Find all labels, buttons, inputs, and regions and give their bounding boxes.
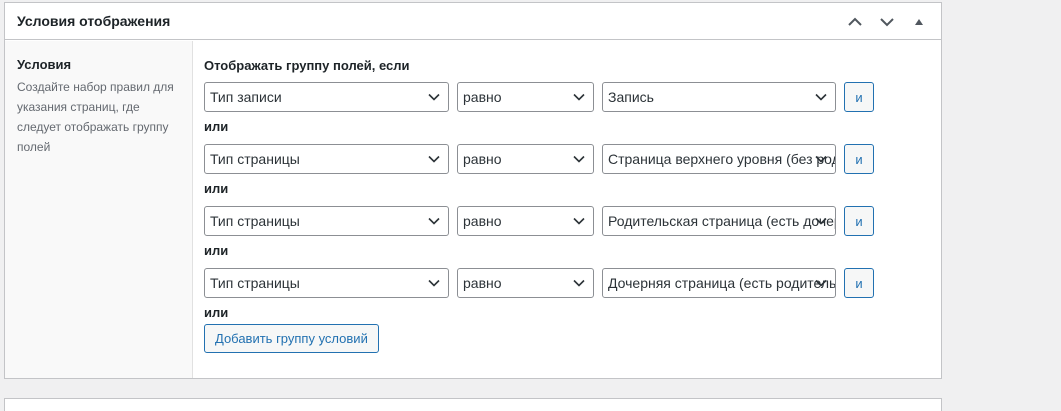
select-value: Тип страницы xyxy=(210,151,300,167)
rule-row: Тип страницы равно Дочерняя страница (ес… xyxy=(204,268,941,298)
select-value: Страница верхнего уровня (без родителя) xyxy=(608,151,835,167)
select-value: равно xyxy=(463,89,502,105)
select-value: равно xyxy=(463,275,502,291)
chevron-down-icon xyxy=(428,217,440,225)
rule-value-select[interactable]: Дочерняя страница (есть родитель) xyxy=(602,268,836,298)
add-and-rule-button[interactable]: и xyxy=(844,144,874,174)
rules-description: Создайте набор правил для указания стран… xyxy=(17,80,174,154)
select-value: Родительская страница (есть дочерние) xyxy=(608,213,835,229)
or-label: или xyxy=(204,119,229,134)
add-and-rule-button[interactable]: и xyxy=(844,268,874,298)
chevron-down-icon xyxy=(815,93,827,101)
rules-title: Отображать группу полей, если xyxy=(204,58,410,73)
rule-row: Тип страницы равно Родительская страница… xyxy=(204,206,941,236)
select-value: равно xyxy=(463,213,502,229)
rule-param-select[interactable]: Тип записи xyxy=(204,82,449,112)
header-actions xyxy=(841,11,933,33)
rule-param-select[interactable]: Тип страницы xyxy=(204,206,449,236)
chevron-down-icon xyxy=(573,155,585,163)
rule-param-select[interactable]: Тип страницы xyxy=(204,144,449,174)
chevron-down-icon xyxy=(428,279,440,287)
chevron-down-icon xyxy=(573,93,585,101)
location-rules-postbox: Условия отображения Условия Создайте наб… xyxy=(4,2,942,379)
rules-label: Условия xyxy=(17,57,72,72)
or-label: или xyxy=(204,181,229,196)
chevron-down-icon xyxy=(880,18,894,27)
move-up-button[interactable] xyxy=(841,11,869,33)
rule-value-select[interactable]: Родительская страница (есть дочерние) xyxy=(602,206,836,236)
rule-operator-select[interactable]: равно xyxy=(457,82,594,112)
chevron-down-icon xyxy=(815,279,827,287)
chevron-down-icon xyxy=(573,279,585,287)
rule-row: Тип страницы равно Страница верхнего уро… xyxy=(204,144,941,174)
select-value: Тип страницы xyxy=(210,213,300,229)
chevron-down-icon xyxy=(573,217,585,225)
chevron-down-icon xyxy=(815,217,827,225)
rule-value-select[interactable]: Страница верхнего уровня (без родителя) xyxy=(602,144,836,174)
rule-param-select[interactable]: Тип страницы xyxy=(204,268,449,298)
rule-row: Тип записи равно Запись и xyxy=(204,82,941,112)
postbox-inside: Условия Создайте набор правил для указан… xyxy=(5,41,941,378)
postbox-title: Условия отображения xyxy=(17,13,171,29)
rule-operator-select[interactable]: равно xyxy=(457,268,594,298)
chevron-down-icon xyxy=(815,155,827,163)
field-label-column: Условия Создайте набор правил для указан… xyxy=(5,41,193,378)
chevron-down-icon xyxy=(428,93,440,101)
select-value: Запись xyxy=(608,89,654,105)
rule-operator-select[interactable]: равно xyxy=(457,144,594,174)
add-and-rule-button[interactable]: и xyxy=(844,206,874,236)
rule-value-select[interactable]: Запись xyxy=(602,82,836,112)
triangle-up-icon xyxy=(915,19,923,25)
rules-container: Отображать группу полей, если Тип записи… xyxy=(204,58,941,353)
rule-operator-select[interactable]: равно xyxy=(457,206,594,236)
toggle-panel-button[interactable] xyxy=(905,11,933,33)
add-rule-group-button[interactable]: Добавить группу условий xyxy=(204,324,379,353)
select-value: равно xyxy=(463,151,502,167)
or-label: или xyxy=(204,243,229,258)
select-value: Тип страницы xyxy=(210,275,300,291)
add-and-rule-button[interactable]: и xyxy=(844,82,874,112)
postbox-header: Условия отображения xyxy=(5,3,941,40)
or-label: или xyxy=(204,305,229,320)
next-postbox xyxy=(4,398,942,411)
chevron-up-icon xyxy=(848,17,862,26)
select-value: Тип записи xyxy=(210,89,282,105)
chevron-down-icon xyxy=(428,155,440,163)
select-value: Дочерняя страница (есть родитель) xyxy=(608,275,836,291)
move-down-button[interactable] xyxy=(873,11,901,33)
